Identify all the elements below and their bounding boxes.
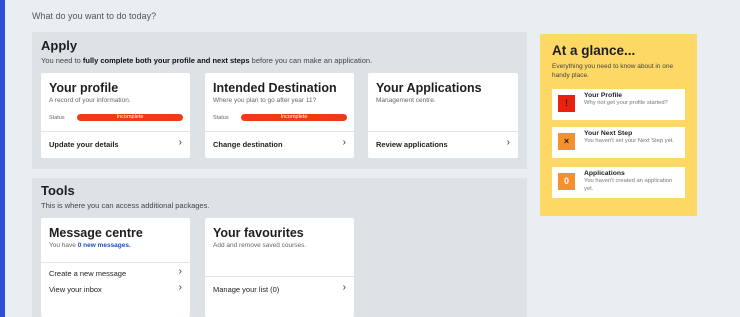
glance-item-applications[interactable]: 0 Applications You haven't created an ap… (552, 167, 685, 198)
card-title: Your favourites (213, 226, 304, 240)
card-your-favourites: Your favourites Add and remove saved cou… (205, 218, 354, 317)
card-your-profile: Your profile A record of your informatio… (41, 73, 190, 158)
glance-subtitle: Everything you need to know about in one… (552, 63, 674, 79)
card-title: Your profile (49, 81, 119, 95)
glance-item-title: Your Next Step (584, 130, 633, 137)
left-accent-strip (0, 0, 5, 317)
status-badge: Incomplete (77, 114, 183, 121)
count-badge: 0 (558, 173, 575, 190)
card-subtitle: Management centre. (376, 97, 436, 104)
glance-title: At a glance... (552, 43, 636, 58)
apply-title: Apply (41, 38, 78, 53)
glance-item-profile[interactable]: ! Your Profile Why not get your profile … (552, 89, 685, 120)
card-title: Message centre (49, 226, 143, 240)
card-divider (368, 131, 518, 132)
card-message-centre: Message centre You have 0 new messages. … (41, 218, 190, 317)
chevron-right-icon[interactable]: › (343, 282, 346, 293)
card-your-applications: Your Applications Management centre. Rev… (368, 73, 518, 158)
apply-panel: Apply You need to fully complete both yo… (32, 32, 527, 169)
glance-item-text: You haven't set your Next Step yet. (584, 138, 675, 144)
card-title: Intended Destination (213, 81, 337, 95)
status-label: Status (213, 115, 229, 121)
card-title: Your Applications (376, 81, 482, 95)
chevron-right-icon[interactable]: › (507, 137, 510, 148)
glance-item-text: Why not get your profile started? (584, 100, 668, 106)
update-details-link[interactable]: Update your details (49, 140, 119, 149)
glance-item-title: Your Profile (584, 92, 623, 99)
card-divider (205, 276, 354, 277)
card-intended-destination: Intended Destination Where you plan to g… (205, 73, 354, 158)
chevron-right-icon[interactable]: › (343, 137, 346, 148)
glance-item-next-step[interactable]: × Your Next Step You haven't set your Ne… (552, 127, 685, 158)
card-subtitle: You have 0 new messages. (49, 242, 131, 249)
page-question: What do you want to do today? (32, 11, 157, 21)
chevron-right-icon[interactable]: › (179, 266, 182, 277)
chevron-right-icon[interactable]: › (179, 282, 182, 293)
glance-item-title: Applications (584, 170, 625, 177)
tools-title: Tools (41, 183, 75, 198)
review-applications-link[interactable]: Review applications (376, 140, 448, 149)
card-divider (41, 262, 190, 263)
change-destination-link[interactable]: Change destination (213, 140, 283, 149)
card-subtitle: Where you plan to go after year 11? (213, 97, 317, 104)
tools-panel: Tools This is where you can access addit… (32, 178, 527, 317)
new-messages-link[interactable]: 0 new messages. (78, 242, 131, 249)
card-subtitle: A record of your information. (49, 97, 131, 104)
glance-item-text: You haven't created an application yet. (584, 178, 673, 192)
status-label: Status (49, 115, 65, 121)
apply-subtitle: You need to fully complete both your pro… (41, 56, 373, 65)
chevron-right-icon[interactable]: › (179, 137, 182, 148)
view-inbox-link[interactable]: View your inbox (49, 285, 102, 294)
card-divider (205, 131, 354, 132)
status-badge: Incomplete (241, 114, 347, 121)
manage-list-link[interactable]: Manage your list (0) (213, 285, 279, 294)
at-a-glance-panel: At a glance... Everything you need to kn… (540, 34, 697, 216)
card-subtitle: Add and remove saved courses. (213, 242, 307, 249)
create-message-link[interactable]: Create a new message (49, 269, 126, 278)
card-divider (41, 131, 190, 132)
tools-subtitle: This is where you can access additional … (41, 201, 210, 210)
alert-icon: ! (558, 95, 575, 112)
close-icon: × (558, 133, 575, 150)
